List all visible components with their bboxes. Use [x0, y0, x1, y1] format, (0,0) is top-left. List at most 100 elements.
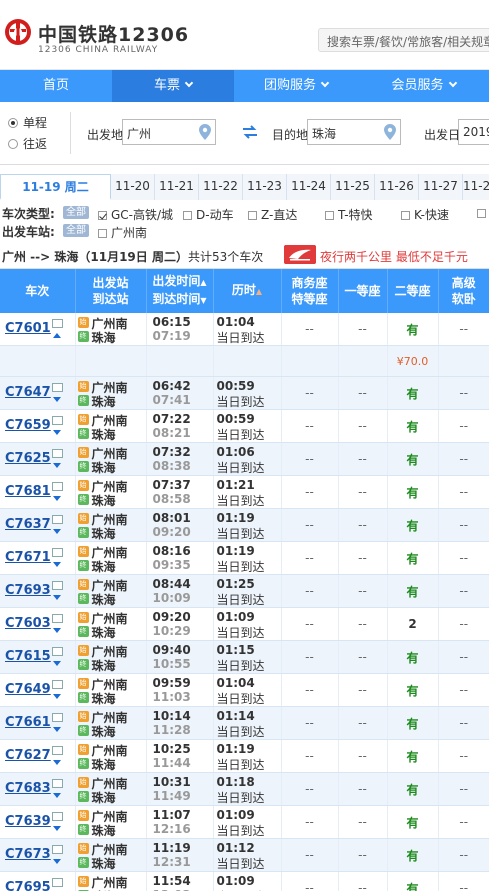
chevron-up-icon[interactable]: [53, 333, 61, 338]
train-info-icon[interactable]: [52, 449, 63, 458]
to-station-input[interactable]: 珠海: [307, 119, 401, 145]
train-number-link[interactable]: C7601: [5, 321, 51, 336]
round-trip-radio[interactable]: 往返: [8, 135, 47, 152]
train-info-icon[interactable]: [52, 383, 63, 392]
train-info-icon[interactable]: [52, 713, 63, 722]
train-number-link[interactable]: C7639: [5, 814, 51, 829]
date-tab[interactable]: 11-20: [111, 174, 155, 200]
chevron-down-icon[interactable]: [53, 694, 61, 699]
date-tab[interactable]: 11-27: [419, 174, 463, 200]
train-info-icon[interactable]: [52, 548, 63, 557]
second-class-seat[interactable]: 有: [387, 475, 439, 509]
nav-home[interactable]: 首页: [0, 70, 112, 102]
nav-member-service[interactable]: 会员服务: [358, 70, 489, 102]
date-tab[interactable]: 11-22: [199, 174, 243, 200]
train-number-link[interactable]: C7627: [5, 748, 51, 763]
second-class-seat[interactable]: 有: [387, 706, 439, 740]
second-class-seat[interactable]: 2: [387, 607, 439, 641]
chevron-down-icon[interactable]: [53, 826, 61, 831]
train-info-icon[interactable]: [52, 878, 63, 887]
date-tab[interactable]: 11-21: [155, 174, 199, 200]
train-info-icon[interactable]: [52, 845, 63, 854]
second-class-seat[interactable]: 有: [387, 673, 439, 707]
second-class-seat[interactable]: 有: [387, 541, 439, 575]
chevron-down-icon[interactable]: [53, 760, 61, 765]
date-tab[interactable]: 11-28: [463, 174, 489, 200]
second-class-seat[interactable]: 有: [387, 376, 439, 410]
chevron-down-icon[interactable]: [53, 496, 61, 501]
date-input[interactable]: 2019: [458, 119, 489, 145]
chevron-down-icon[interactable]: [53, 397, 61, 402]
date-tab[interactable]: 11-19 周二: [0, 174, 111, 200]
train-info-icon[interactable]: [52, 416, 63, 425]
swap-stations-icon[interactable]: [242, 124, 258, 140]
second-class-seat[interactable]: 有: [387, 805, 439, 839]
train-number-link[interactable]: C7659: [5, 418, 51, 433]
chevron-down-icon[interactable]: [53, 562, 61, 567]
train-number-link[interactable]: C7649: [5, 682, 51, 697]
chevron-down-icon[interactable]: [53, 595, 61, 600]
train-info-icon[interactable]: [52, 482, 63, 491]
train-info-icon[interactable]: [52, 319, 63, 328]
train-info-icon[interactable]: [52, 812, 63, 821]
second-class-seat[interactable]: 有: [387, 871, 439, 891]
promo-text[interactable]: 夜行两千公里 最低不足千元: [320, 248, 468, 265]
col-time[interactable]: 出发时间▲ 到达时间▼: [146, 269, 214, 313]
chevron-down-icon[interactable]: [53, 529, 61, 534]
station-checkbox-guangzhounan[interactable]: 广州南: [98, 224, 147, 241]
train-number-link[interactable]: C7673: [5, 847, 51, 862]
second-class-seat[interactable]: 有: [387, 574, 439, 608]
night-train-promo-icon[interactable]: [284, 245, 316, 264]
select-all-types-button[interactable]: 全部: [63, 206, 89, 219]
chevron-down-icon[interactable]: [53, 463, 61, 468]
one-way-radio[interactable]: 单程: [8, 114, 47, 131]
train-number-link[interactable]: C7647: [5, 385, 51, 400]
train-number-link[interactable]: C7603: [5, 616, 51, 631]
train-info-icon[interactable]: [52, 515, 63, 524]
train-number-link[interactable]: C7695: [5, 880, 51, 891]
second-class-seat[interactable]: 有: [387, 739, 439, 773]
railway-logo-icon[interactable]: [4, 18, 32, 46]
nav-group-service[interactable]: 团购服务: [234, 70, 358, 102]
train-number-link[interactable]: C7683: [5, 781, 51, 796]
second-class-seat[interactable]: 有: [387, 442, 439, 476]
chevron-down-icon[interactable]: [53, 859, 61, 864]
arrival-time: 11:28: [152, 723, 191, 737]
site-search-input[interactable]: 搜索车票/餐饮/常旅客/相关规章: [318, 28, 489, 52]
train-cell: C7681: [0, 475, 76, 509]
train-info-icon[interactable]: [52, 779, 63, 788]
second-class-seat[interactable]: 有: [387, 508, 439, 542]
train-info-icon[interactable]: [52, 614, 63, 623]
train-number-link[interactable]: C7637: [5, 517, 51, 532]
second-class-seat[interactable]: 有: [387, 838, 439, 872]
type-checkbox-more[interactable]: [477, 206, 489, 220]
select-all-stations-button[interactable]: 全部: [63, 224, 89, 237]
date-tab[interactable]: 11-25: [331, 174, 375, 200]
train-info-icon[interactable]: [52, 647, 63, 656]
logo-title: 中国铁路12306: [38, 24, 190, 46]
date-tab[interactable]: 11-24: [287, 174, 331, 200]
chevron-down-icon[interactable]: [53, 793, 61, 798]
nav-tickets[interactable]: 车票: [112, 70, 234, 102]
train-info-icon[interactable]: [52, 581, 63, 590]
chevron-down-icon[interactable]: [53, 727, 61, 732]
second-class-seat[interactable]: 有: [387, 409, 439, 443]
train-number-link[interactable]: C7625: [5, 451, 51, 466]
chevron-down-icon[interactable]: [53, 628, 61, 633]
col-duration[interactable]: 历时▲: [213, 269, 282, 313]
from-station-input[interactable]: 广州: [122, 119, 216, 145]
train-number-link[interactable]: C7693: [5, 583, 51, 598]
chevron-down-icon[interactable]: [53, 430, 61, 435]
date-tab[interactable]: 11-23: [243, 174, 287, 200]
second-class-seat[interactable]: 有: [387, 313, 439, 346]
train-info-icon[interactable]: [52, 680, 63, 689]
second-class-seat[interactable]: 有: [387, 772, 439, 806]
second-class-seat[interactable]: 有: [387, 640, 439, 674]
chevron-down-icon[interactable]: [53, 661, 61, 666]
train-info-icon[interactable]: [52, 746, 63, 755]
date-tab[interactable]: 11-26: [375, 174, 419, 200]
train-number-link[interactable]: C7661: [5, 715, 51, 730]
train-number-link[interactable]: C7671: [5, 550, 51, 565]
train-number-link[interactable]: C7615: [5, 649, 51, 664]
train-number-link[interactable]: C7681: [5, 484, 51, 499]
